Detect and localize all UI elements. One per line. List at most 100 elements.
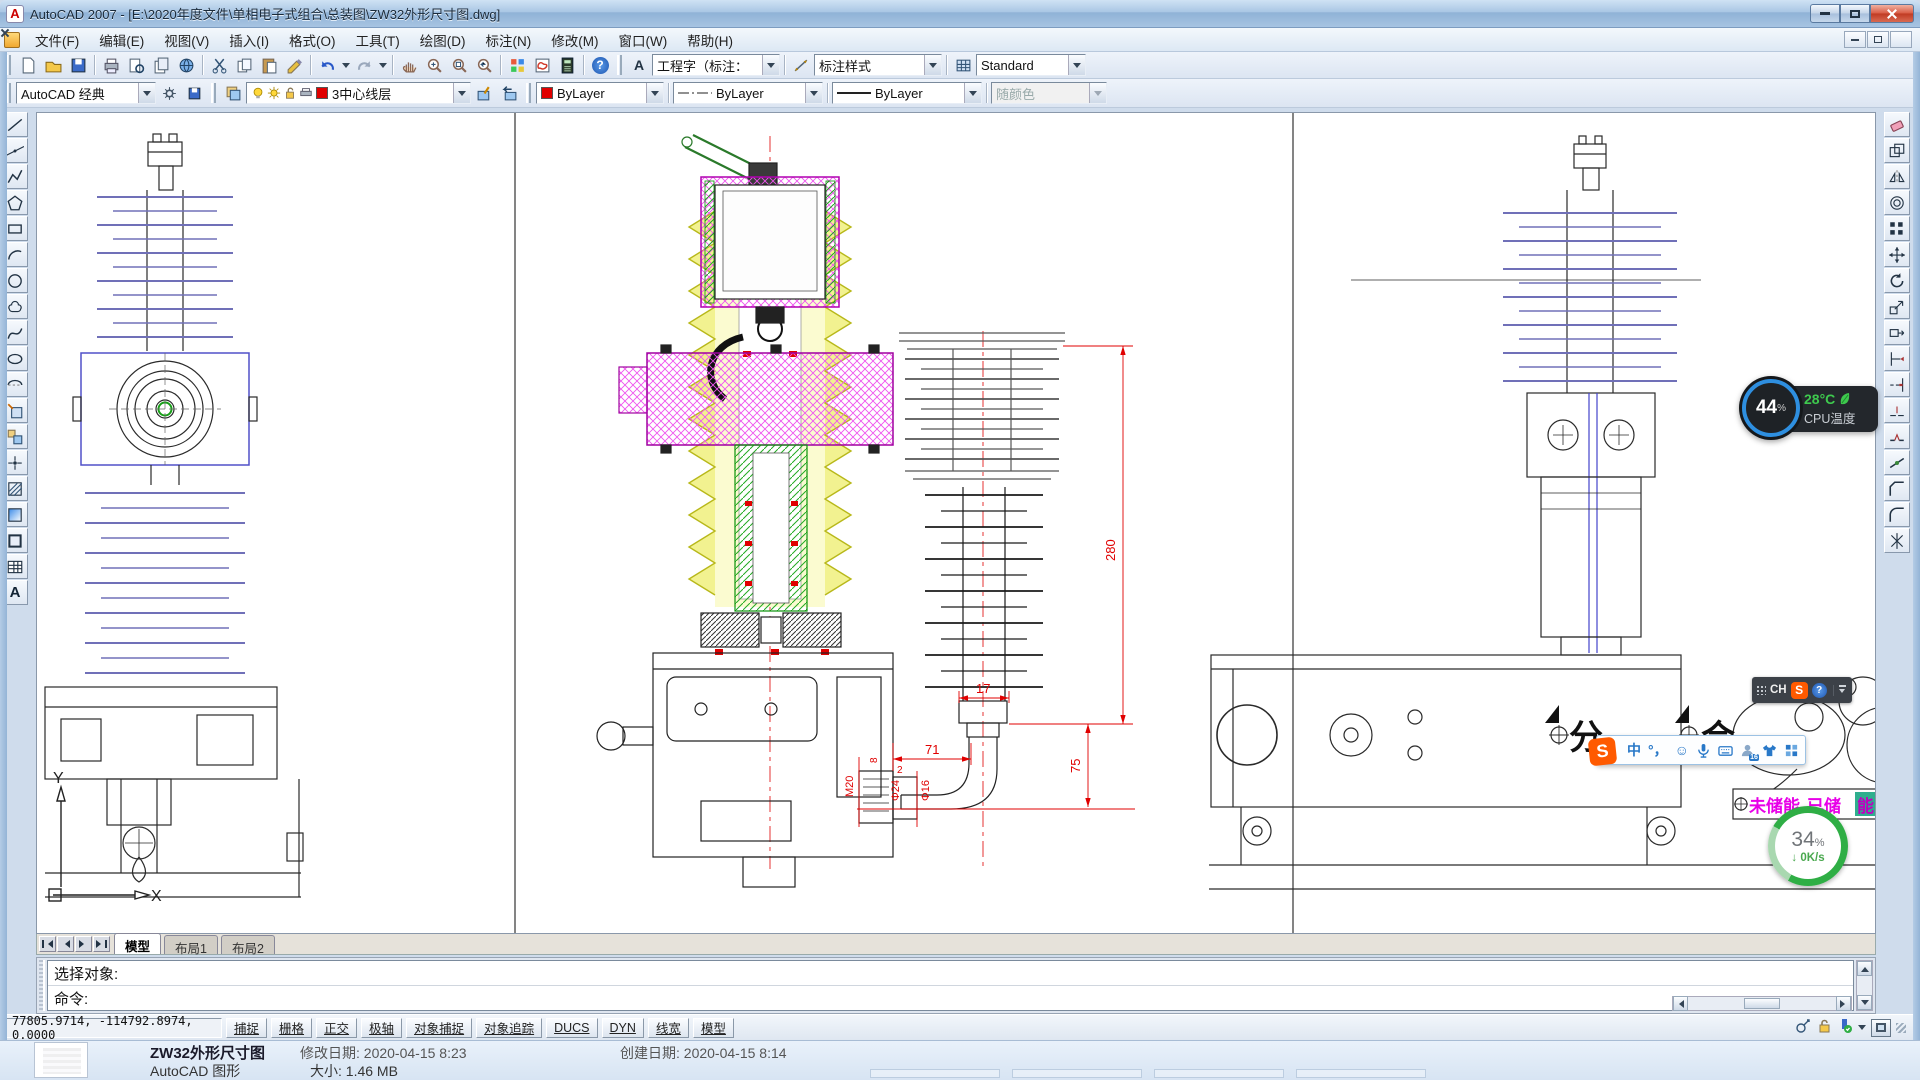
ime-chinese-toggle[interactable]: 中 bbox=[1627, 740, 1641, 760]
combo-arrow[interactable] bbox=[924, 55, 941, 75]
publish-button[interactable] bbox=[149, 54, 173, 77]
offset-button[interactable] bbox=[1884, 190, 1910, 215]
command-vertical-scrollbar[interactable] bbox=[1856, 960, 1873, 1011]
status-menu-arrow-icon[interactable] bbox=[1858, 1025, 1866, 1034]
markup-button[interactable] bbox=[530, 54, 554, 77]
soft-keyboard-icon[interactable] bbox=[1718, 743, 1733, 758]
workspace-settings-button[interactable] bbox=[157, 82, 181, 105]
trim-button[interactable] bbox=[1884, 346, 1910, 371]
tab-last-button[interactable] bbox=[93, 936, 110, 952]
scale-button[interactable] bbox=[1884, 294, 1910, 319]
combo-arrow[interactable] bbox=[646, 83, 663, 103]
combo-arrow[interactable] bbox=[964, 83, 981, 103]
tab-first-button[interactable] bbox=[39, 936, 56, 952]
snap-toggle[interactable]: 捕捉 bbox=[226, 1018, 267, 1038]
fillet-button[interactable] bbox=[1884, 502, 1910, 527]
menu-dimension[interactable]: 标注(N) bbox=[477, 28, 541, 52]
dim-style-icon-button[interactable] bbox=[789, 54, 813, 77]
ime-toolbar[interactable]: S 中 °， ☺ 16 bbox=[1596, 735, 1806, 765]
dim-style-combo[interactable]: 标注样式 bbox=[814, 54, 942, 76]
lineweight-combo[interactable]: ByLayer bbox=[832, 82, 982, 104]
zoom-window-button[interactable] bbox=[447, 54, 471, 77]
plot-button[interactable] bbox=[99, 54, 123, 77]
sogou-logo-icon[interactable]: S bbox=[1588, 737, 1618, 767]
text-style-combo[interactable]: 工程字（标注： bbox=[652, 54, 780, 76]
scroll-down-button[interactable] bbox=[1857, 995, 1872, 1010]
toolbar-grip[interactable] bbox=[211, 83, 216, 103]
voice-input-icon[interactable] bbox=[1696, 743, 1711, 758]
menu-window[interactable]: 窗口(W) bbox=[610, 28, 677, 52]
save-button[interactable] bbox=[66, 54, 90, 77]
skin-tshirt-icon[interactable] bbox=[1762, 743, 1777, 758]
linetype-combo[interactable]: ByLayer bbox=[673, 82, 823, 104]
open-button[interactable] bbox=[41, 54, 65, 77]
pan-button[interactable] bbox=[397, 54, 421, 77]
redo-dropdown[interactable] bbox=[377, 54, 388, 77]
new-button[interactable] bbox=[16, 54, 40, 77]
ime-mode-label[interactable]: CH bbox=[1770, 684, 1787, 696]
make-object-layer-current-button[interactable] bbox=[472, 82, 496, 105]
zoom-realtime-button[interactable] bbox=[422, 54, 446, 77]
close-button[interactable] bbox=[1870, 4, 1914, 23]
ime-expand-icon[interactable] bbox=[1839, 689, 1845, 696]
dyn-toggle[interactable]: DYN bbox=[602, 1018, 644, 1038]
command-horizontal-scrollbar[interactable] bbox=[1672, 996, 1852, 1011]
workspace-combo[interactable]: AutoCAD 经典 bbox=[16, 82, 156, 104]
tab-model[interactable]: 模型 bbox=[114, 933, 161, 954]
erase-button[interactable] bbox=[1884, 112, 1910, 137]
web-button[interactable] bbox=[174, 54, 198, 77]
undo-button[interactable] bbox=[315, 54, 339, 77]
polar-toggle[interactable]: 极轴 bbox=[361, 1018, 402, 1038]
color-combo[interactable]: ByLayer bbox=[536, 82, 664, 104]
match-properties-button[interactable] bbox=[282, 54, 306, 77]
sheet-set-button[interactable] bbox=[505, 54, 529, 77]
tab-next-button[interactable] bbox=[75, 936, 92, 952]
mdi-restore-button[interactable] bbox=[1867, 31, 1889, 48]
layer-combo[interactable]: 3中心线层 bbox=[246, 82, 471, 104]
osnap-toggle[interactable]: 对象捕捉 bbox=[406, 1018, 472, 1038]
toolbox-icon[interactable] bbox=[1784, 743, 1799, 758]
cut-button[interactable] bbox=[207, 54, 231, 77]
help-button[interactable]: ? bbox=[588, 54, 612, 77]
menu-view[interactable]: 视图(V) bbox=[155, 28, 218, 52]
menu-draw[interactable]: 绘图(D) bbox=[411, 28, 475, 52]
move-button[interactable] bbox=[1884, 242, 1910, 267]
scroll-left-button[interactable] bbox=[1673, 996, 1688, 1011]
ime-status-bar[interactable]: CH S ? bbox=[1752, 677, 1852, 703]
scroll-right-button[interactable] bbox=[1836, 996, 1851, 1011]
copy-object-button[interactable] bbox=[1884, 138, 1910, 163]
combo-arrow[interactable] bbox=[138, 83, 155, 103]
extend-button[interactable] bbox=[1884, 372, 1910, 397]
scroll-up-button[interactable] bbox=[1857, 961, 1872, 976]
resize-grip[interactable] bbox=[1896, 1023, 1906, 1033]
layer-previous-button[interactable] bbox=[497, 82, 521, 105]
tab-layout1[interactable]: 布局1 bbox=[164, 935, 218, 954]
combo-arrow[interactable] bbox=[762, 55, 779, 75]
command-history[interactable]: 选择对象: 命令: bbox=[47, 960, 1854, 1011]
restore-button[interactable] bbox=[1840, 4, 1870, 23]
menu-modify[interactable]: 修改(M) bbox=[542, 28, 607, 52]
command-window-grip[interactable] bbox=[39, 960, 45, 1011]
command-window[interactable]: 选择对象: 命令: bbox=[36, 957, 1876, 1014]
menu-insert[interactable]: 插入(I) bbox=[220, 28, 278, 52]
break-button[interactable] bbox=[1884, 424, 1910, 449]
title-bar[interactable]: A AutoCAD 2007 - [E:\2020年度文件\单相电子式组合\总装… bbox=[0, 0, 1920, 28]
ime-help-icon[interactable]: ? bbox=[1812, 683, 1827, 698]
scrollbar-thumb[interactable] bbox=[1744, 998, 1780, 1009]
array-button[interactable] bbox=[1884, 216, 1910, 241]
tab-prev-button[interactable] bbox=[57, 936, 74, 952]
download-progress-widget[interactable]: 34% ↓ 0K/s bbox=[1768, 806, 1848, 886]
grid-toggle[interactable]: 栅格 bbox=[271, 1018, 312, 1038]
validation-icon[interactable] bbox=[1837, 1018, 1853, 1037]
combo-arrow[interactable] bbox=[1068, 55, 1085, 75]
plot-preview-button[interactable] bbox=[124, 54, 148, 77]
command-prompt-line[interactable]: 命令: bbox=[48, 986, 1853, 1011]
model-toggle[interactable]: 模型 bbox=[693, 1018, 734, 1038]
communication-center-icon[interactable] bbox=[1795, 1018, 1811, 1037]
join-button[interactable] bbox=[1884, 450, 1910, 475]
toolbar-lock-icon[interactable] bbox=[1816, 1018, 1832, 1037]
mdi-minimize-button[interactable] bbox=[1844, 31, 1866, 48]
minimize-button[interactable] bbox=[1810, 4, 1840, 23]
ime-minimize-icon[interactable] bbox=[1839, 685, 1846, 687]
menu-tools[interactable]: 工具(T) bbox=[347, 28, 409, 52]
